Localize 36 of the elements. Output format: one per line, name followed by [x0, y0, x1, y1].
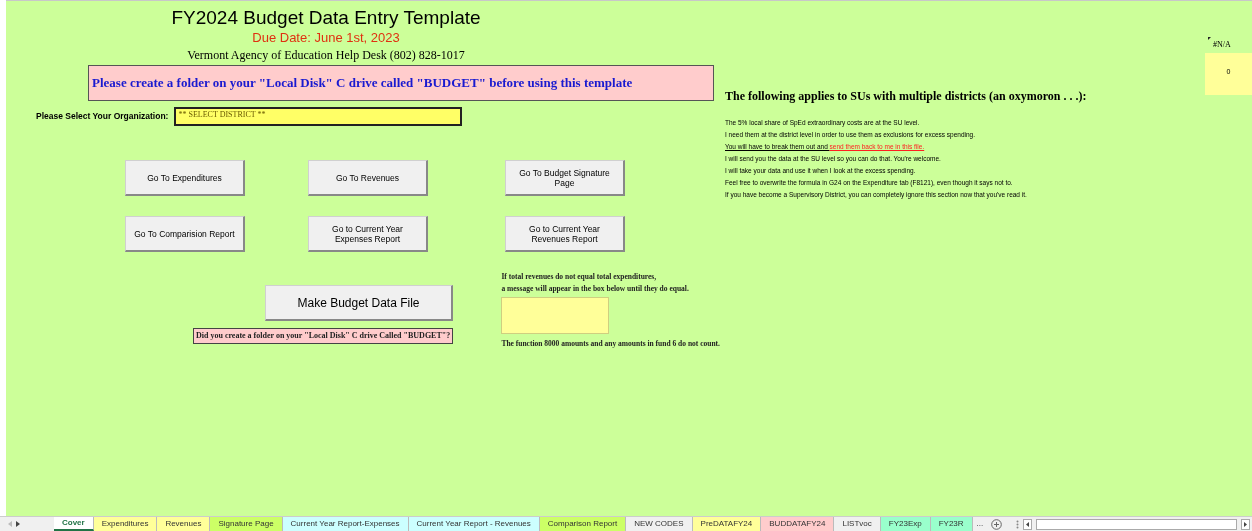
sheet-tab[interactable]: Current Year Report - Revenues [408, 517, 540, 531]
horizontal-scrollbar[interactable] [1036, 518, 1237, 530]
organization-dropdown[interactable]: ** SELECT DISTRICT ** [174, 107, 463, 126]
section-heading: The following applies to SUs with multiple districts (an oxymoron . . .): [725, 88, 1088, 105]
scroll-right-icon[interactable] [16, 521, 20, 527]
folder-question: Did you create a folder on your "Local Disk" C drive Called "BUDGET"? [193, 328, 454, 344]
error-cell-text: #N/A [1213, 39, 1232, 51]
sheet-tab[interactable]: FY23Exp [880, 517, 931, 531]
due-date: Due Date: June 1st, 2023 [251, 29, 401, 47]
sheet-title: FY2024 Budget Data Entry Template [170, 7, 482, 29]
organization-label: Please Select Your Organization: [36, 110, 169, 123]
sheet-tab[interactable]: Signature Page [210, 517, 283, 531]
sheet-tab[interactable]: BUDDATAFY24 [761, 517, 835, 531]
navigation-button[interactable]: Go To Comparision Report [125, 216, 245, 252]
make-data-file-button[interactable]: Make Budget Data File [265, 285, 453, 321]
navigation-button[interactable]: Go to Current Year Revenues Report [505, 216, 625, 252]
sheet-tab[interactable]: LISTvoc [834, 517, 881, 531]
sheet-tab[interactable]: NEW CODES [626, 517, 693, 531]
navigation-button[interactable]: Go to Current Year Expenses Report [308, 216, 428, 252]
navigation-button[interactable]: Go To Revenues [308, 160, 428, 196]
scroll-left-icon[interactable] [1023, 518, 1033, 530]
navigation-button[interactable]: Go To Budget Signature Page [505, 160, 625, 196]
navigation-button[interactable]: Go To Expenditures [125, 160, 245, 196]
sheet-tab[interactable]: Current Year Report-Expenses [282, 517, 409, 531]
sheet-tab[interactable]: PreDATAFY24 [692, 517, 762, 531]
add-sheet-icon[interactable] [991, 518, 1003, 530]
sheet-tab[interactable]: Cover [54, 517, 94, 531]
sheet-tab[interactable]: FY23R [930, 517, 973, 531]
sheet-tab[interactable]: Expenditures [93, 517, 158, 531]
scroll-right-icon[interactable] [1241, 518, 1250, 530]
more-tabs[interactable]: ... [972, 517, 988, 531]
sheet-tab[interactable]: Comparison Report [539, 517, 627, 531]
help-desk-text: Vermont Agency of Education Help Desk (802) 828-1017 [186, 47, 466, 63]
sheet-tab[interactable]: Revenues [157, 517, 211, 531]
comment-marker-icon [1208, 37, 1211, 40]
folder-notice: Please create a folder on your "Local Disk" C drive called "BUDGET" before using this template [88, 65, 714, 101]
